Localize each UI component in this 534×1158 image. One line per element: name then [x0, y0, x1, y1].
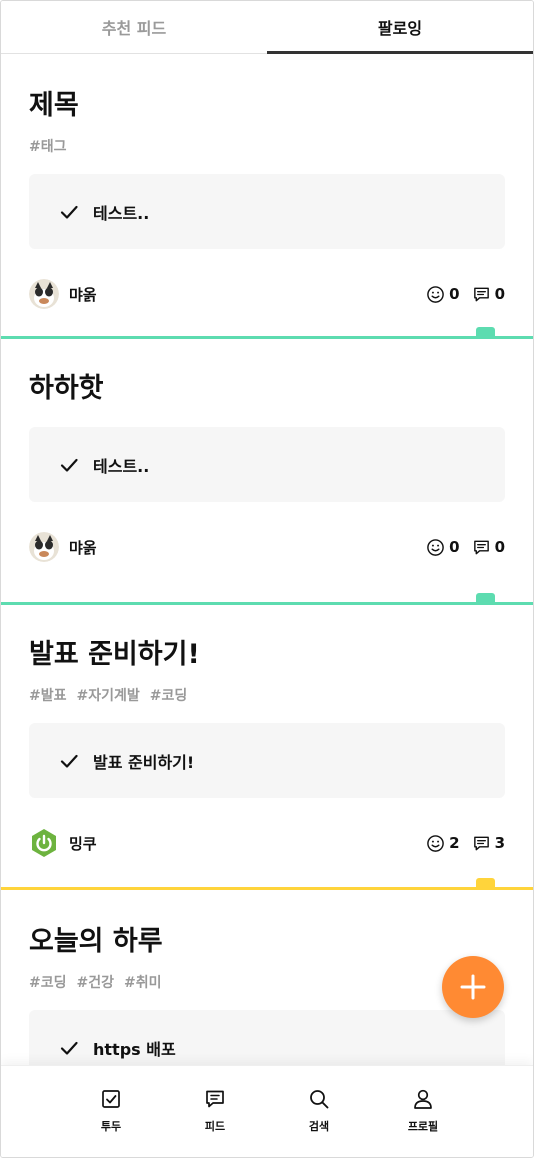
smile-icon — [427, 835, 444, 852]
todo-text: 테스트.. — [93, 456, 150, 476]
post-card[interactable]: 제목 #태그 테스트.. 먀옭 0 0 — [1, 54, 533, 339]
post-stats: 0 0 — [426, 285, 505, 304]
tab-recommended[interactable]: 추천 피드 — [1, 1, 267, 53]
comment-value: 0 — [494, 285, 505, 304]
tag[interactable]: #코딩 — [29, 972, 67, 992]
nav-item-feed[interactable]: 피드 — [185, 1066, 245, 1157]
nav-item-search[interactable]: 검색 — [289, 1066, 349, 1157]
post-stats: 2 3 — [426, 834, 505, 853]
avatar — [29, 828, 59, 858]
search-icon — [310, 1090, 329, 1109]
reaction-value: 2 — [449, 834, 460, 853]
avatar — [29, 279, 59, 310]
comment-count[interactable]: 0 — [472, 285, 505, 304]
reaction-value: 0 — [449, 538, 460, 557]
todo-item[interactable]: 테스트.. — [29, 174, 505, 250]
nav-label: 검색 — [308, 1120, 330, 1133]
feed-list: 제목 #태그 테스트.. 먀옭 0 0 하하핫 테스트.. 먀옭 0 0 발표 … — [1, 54, 533, 1065]
post-title: 제목 — [29, 90, 79, 121]
post-stats: 0 0 — [426, 538, 505, 557]
checkbox-icon — [102, 1090, 120, 1108]
author-name: 먀옭 — [69, 538, 97, 557]
comment-value: 0 — [494, 538, 505, 557]
smile-icon — [427, 286, 444, 303]
author[interactable]: 밍쿠 — [29, 828, 97, 858]
post-meta: 먀옭 0 0 — [29, 279, 505, 310]
user-icon — [414, 1089, 432, 1109]
todo-text: 발표 준비하기! — [93, 752, 195, 772]
post-meta: 밍쿠 2 3 — [29, 828, 505, 858]
tag-list: #태그 — [29, 136, 505, 156]
reaction-count[interactable]: 0 — [426, 285, 460, 304]
comment-count[interactable]: 0 — [472, 538, 505, 557]
tag[interactable]: #건강 — [77, 972, 115, 992]
author[interactable]: 먀옭 — [29, 532, 97, 563]
author-name: 먀옭 — [69, 285, 97, 304]
comment-value: 3 — [494, 834, 505, 853]
check-icon — [59, 455, 79, 475]
todo-item[interactable]: https 배포 — [29, 1010, 505, 1065]
comment-icon — [473, 287, 489, 302]
reaction-value: 0 — [449, 285, 460, 304]
nav-label: 투두 — [100, 1120, 122, 1133]
plus-icon — [460, 974, 486, 1000]
todo-item[interactable]: 테스트.. — [29, 427, 505, 503]
post-card[interactable]: 하하핫 테스트.. 먀옭 0 0 — [1, 339, 533, 605]
tag[interactable]: #자기계발 — [77, 685, 140, 705]
tag[interactable]: #발표 — [29, 685, 67, 705]
post-card[interactable]: 발표 준비하기! #발표 #자기계발 #코딩 발표 준비하기! 밍쿠 2 3 — [1, 604, 533, 890]
chat-icon — [206, 1090, 224, 1108]
tag[interactable]: #태그 — [29, 136, 67, 156]
reaction-count[interactable]: 2 — [426, 834, 460, 853]
post-title: 오늘의 하루 — [29, 926, 163, 957]
comment-icon — [473, 836, 489, 851]
tag[interactable]: #코딩 — [150, 685, 188, 705]
nav-label: 피드 — [204, 1120, 226, 1133]
tag[interactable]: #취미 — [124, 972, 162, 992]
nav-item-todo[interactable]: 투두 — [81, 1066, 141, 1157]
avatar — [29, 532, 59, 563]
author-name: 밍쿠 — [69, 834, 97, 853]
tag-list: #코딩 #건강 #취미 — [29, 972, 505, 992]
check-icon — [59, 751, 79, 771]
tag-list: #발표 #자기계발 #코딩 — [29, 685, 505, 705]
check-icon — [59, 202, 79, 222]
comment-icon — [473, 540, 489, 555]
reaction-count[interactable]: 0 — [426, 538, 460, 557]
smile-icon — [427, 539, 444, 556]
comment-count[interactable]: 3 — [472, 834, 505, 853]
post-title: 발표 준비하기! — [29, 639, 200, 670]
check-icon — [59, 1038, 79, 1058]
app-frame: 추천 피드 팔로잉 제목 #태그 테스트.. 먀옭 0 0 하하핫 테스트.. … — [0, 0, 534, 1158]
author[interactable]: 먀옭 — [29, 279, 97, 310]
nav-item-profile[interactable]: 프로필 — [393, 1066, 453, 1157]
add-post-button[interactable] — [442, 956, 504, 1018]
nav-label: 프로필 — [407, 1120, 439, 1133]
bottom-nav: 투두 피드 검색 프로필 — [1, 1065, 533, 1157]
tab-following[interactable]: 팔로잉 — [267, 1, 533, 54]
post-meta: 먀옭 0 0 — [29, 532, 505, 563]
feed-tabs: 추천 피드 팔로잉 — [1, 1, 533, 54]
todo-text: 테스트.. — [93, 203, 150, 223]
todo-text: https 배포 — [93, 1039, 176, 1059]
todo-item[interactable]: 발표 준비하기! — [29, 723, 505, 799]
post-title: 하하핫 — [29, 373, 104, 404]
